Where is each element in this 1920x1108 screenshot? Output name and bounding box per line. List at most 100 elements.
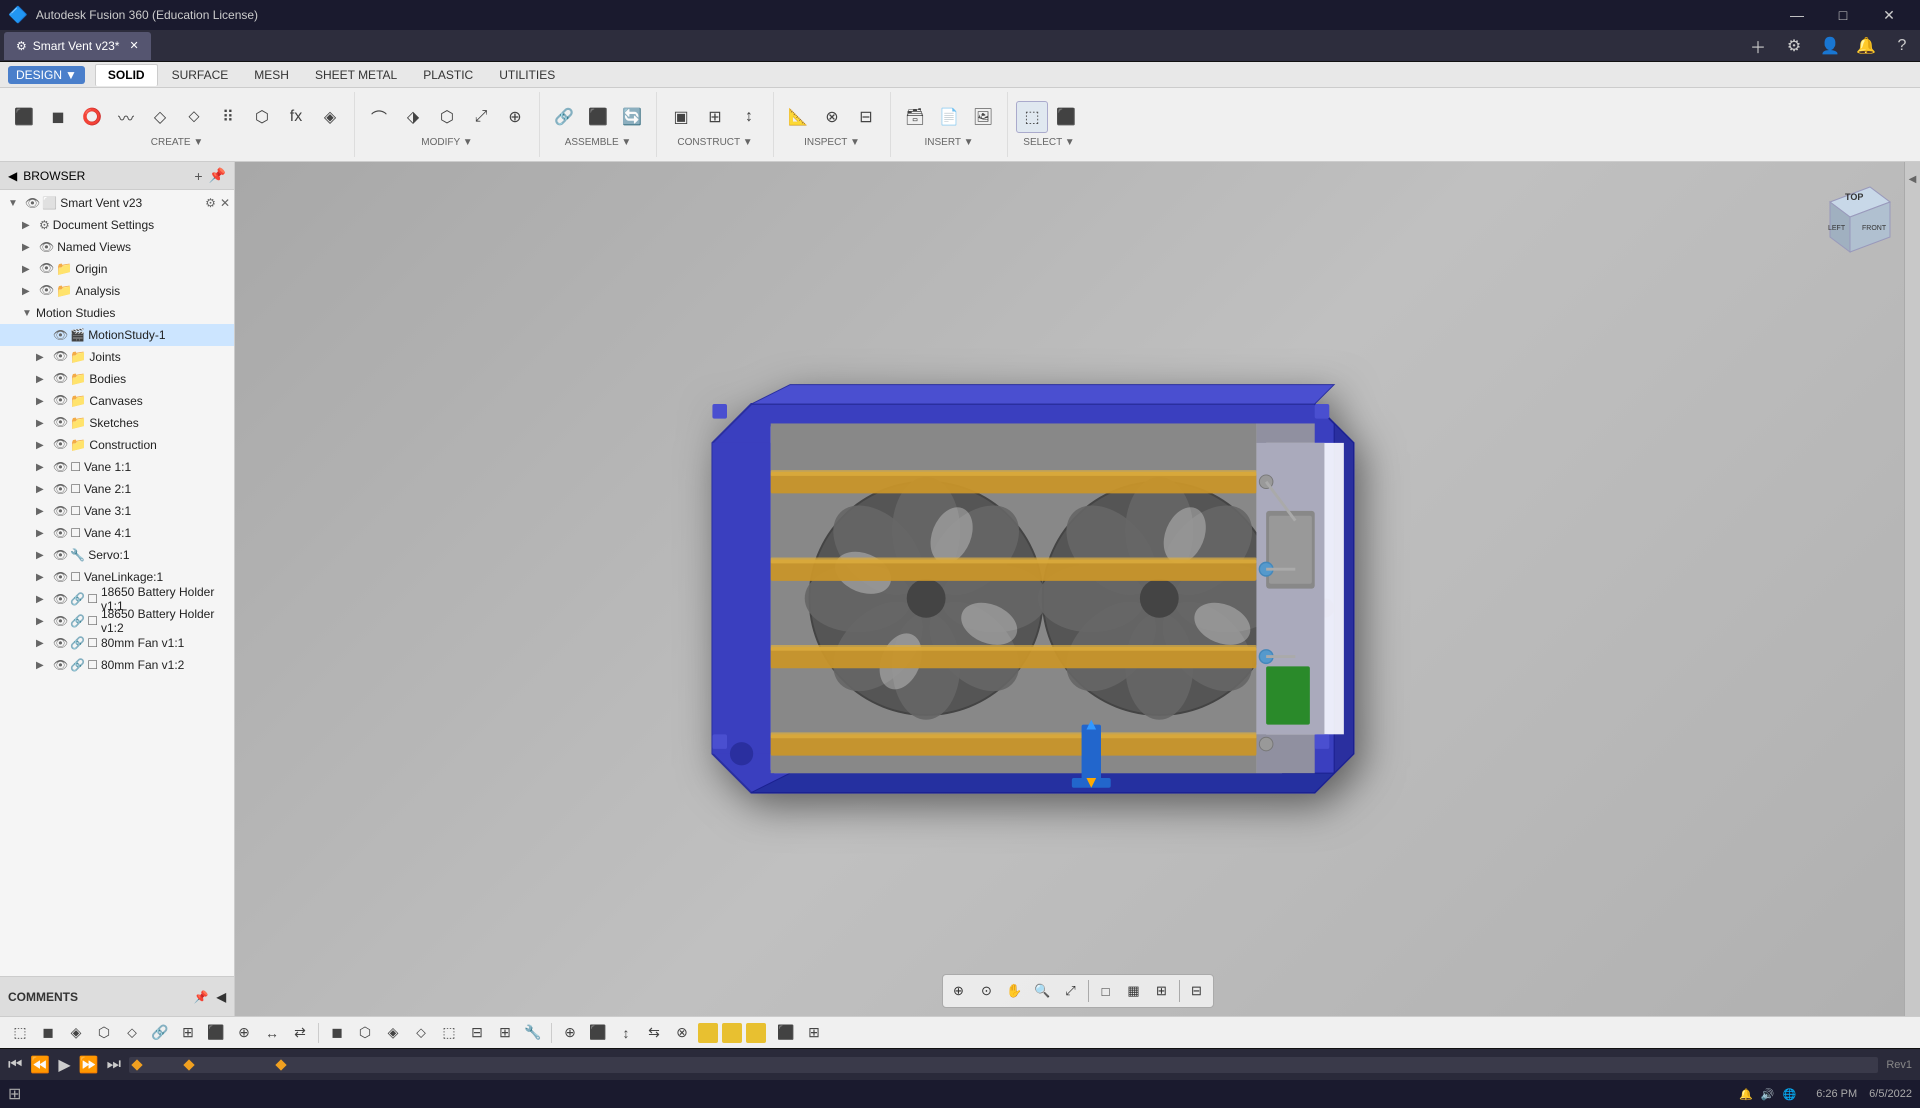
tree-item-fan-1[interactable]: ▶ 👁 🔗 ☐ 80mm Fan v1:1 <box>0 632 234 654</box>
timeline-start-button[interactable]: ⏮ <box>8 1056 22 1074</box>
canvases-expand-icon[interactable]: ▶ <box>36 396 50 407</box>
bt-22[interactable]: ⇆ <box>642 1021 666 1045</box>
sweep-button[interactable]: 〰 <box>110 101 142 133</box>
bt-20[interactable]: ⬛ <box>586 1021 610 1045</box>
joints-expand-icon[interactable]: ▶ <box>36 352 50 363</box>
bt-11[interactable]: ◼ <box>325 1021 349 1045</box>
tab-utilities[interactable]: UTILITIES <box>487 64 567 86</box>
comments-panel[interactable]: COMMENTS 📌 ◀ <box>0 976 234 1016</box>
bt-13[interactable]: ◈ <box>381 1021 405 1045</box>
bt-6[interactable]: ⊞ <box>176 1021 200 1045</box>
bt-19[interactable]: ⊕ <box>558 1021 582 1045</box>
bt-18[interactable]: 🔧 <box>521 1021 545 1045</box>
measure-button[interactable]: 📐 <box>782 101 814 133</box>
tree-item-fan-2[interactable]: ▶ 👁 🔗 ☐ 80mm Fan v1:2 <box>0 654 234 676</box>
bt-24[interactable]: ⬛ <box>774 1021 798 1045</box>
bt-9[interactable]: ↔ <box>260 1021 284 1045</box>
tree-item-vane-1[interactable]: ▶ 👁 ☐ Vane 1:1 <box>0 456 234 478</box>
vp-orbit-button[interactable]: ⊙ <box>974 978 1000 1004</box>
combine-button[interactable]: ⊕ <box>499 101 531 133</box>
settings-icon[interactable]: ⚙ <box>1780 32 1808 60</box>
bt-17[interactable]: ⊞ <box>493 1021 517 1045</box>
tab-close-button[interactable]: ✕ <box>129 39 138 52</box>
notification-icon[interactable]: 🔔 <box>1852 32 1880 60</box>
offset-plane-button[interactable]: ▣ <box>665 101 697 133</box>
tree-item-vane-4[interactable]: ▶ 👁 ☐ Vane 4:1 <box>0 522 234 544</box>
maximize-button[interactable]: □ <box>1820 0 1866 30</box>
fan2-expand-icon[interactable]: ▶ <box>36 660 50 671</box>
midplane-button[interactable]: ⊞ <box>699 101 731 133</box>
tree-item-canvases[interactable]: ▶ 👁 📁 Canvases <box>0 390 234 412</box>
section-button[interactable]: ⊟ <box>850 101 882 133</box>
bt-10[interactable]: ⇄ <box>288 1021 312 1045</box>
vp-zoom-button[interactable]: 🔍 <box>1030 978 1056 1004</box>
bt-4[interactable]: ⬦ <box>120 1021 144 1045</box>
bt-3[interactable]: ⬡ <box>92 1021 116 1045</box>
motion-studies-expand-icon[interactable]: ▼ <box>22 308 36 319</box>
browser-expand-icon[interactable]: + <box>194 168 202 184</box>
view-cube[interactable]: TOP LEFT FRONT <box>1820 182 1900 262</box>
tree-item-motion-study-1[interactable]: 👁 🎬 MotionStudy-1 <box>0 324 234 346</box>
tree-item-named-views[interactable]: ▶ 👁 Named Views <box>0 236 234 258</box>
bt-23[interactable]: ⊗ <box>670 1021 694 1045</box>
collapse-browser-icon[interactable]: ◀ <box>8 169 17 183</box>
doc-expand-icon[interactable]: ▶ <box>22 220 36 231</box>
vane4-expand-icon[interactable]: ▶ <box>36 528 50 539</box>
tab-mesh[interactable]: MESH <box>242 64 301 86</box>
tab-solid[interactable]: SOLID <box>95 64 158 86</box>
tree-item-doc-settings[interactable]: ▶ ⚙ Document Settings <box>0 214 234 236</box>
windows-logo-icon[interactable]: ⊞ <box>8 1084 21 1104</box>
tree-root[interactable]: ▼ 👁 ⬜ Smart Vent v23 ⚙ ✕ <box>0 192 234 214</box>
rigid-group-button[interactable]: ⬛ <box>582 101 614 133</box>
construction-expand-icon[interactable]: ▶ <box>36 440 50 451</box>
vl-expand-icon[interactable]: ▶ <box>36 572 50 583</box>
insert-svg-button[interactable]: 📄 <box>933 101 965 133</box>
analysis-expand-icon[interactable]: ▶ <box>22 286 36 297</box>
tree-item-sketches[interactable]: ▶ 👁 📁 Sketches <box>0 412 234 434</box>
root-settings-icon[interactable]: ⚙ <box>205 196 216 210</box>
vp-move-button[interactable]: ⊕ <box>946 978 972 1004</box>
timeline-track[interactable] <box>129 1057 1878 1073</box>
account-icon[interactable]: 👤 <box>1816 32 1844 60</box>
bt-select[interactable]: ⬚ <box>8 1021 32 1045</box>
bodies-expand-icon[interactable]: ▶ <box>36 374 50 385</box>
tree-item-joints[interactable]: ▶ 👁 📁 Joints <box>0 346 234 368</box>
servo-expand-icon[interactable]: ▶ <box>36 550 50 561</box>
vp-wireframe-button[interactable]: ▦ <box>1121 978 1147 1004</box>
vane3-expand-icon[interactable]: ▶ <box>36 506 50 517</box>
bt-1[interactable]: ◼ <box>36 1021 60 1045</box>
motion-link-button[interactable]: 🔄 <box>616 101 648 133</box>
close-button[interactable]: ✕ <box>1866 0 1912 30</box>
bt-8[interactable]: ⊕ <box>232 1021 256 1045</box>
sketches-expand-icon[interactable]: ▶ <box>36 418 50 429</box>
loft-button[interactable]: ◇ <box>144 101 176 133</box>
vp-pan-button[interactable]: ✋ <box>1002 978 1028 1004</box>
bt-2[interactable]: ◈ <box>64 1021 88 1045</box>
bt-16[interactable]: ⊟ <box>465 1021 489 1045</box>
bt-14[interactable]: ⬦ <box>409 1021 433 1045</box>
design-dropdown[interactable]: DESIGN ▼ <box>8 66 85 84</box>
vane1-expand-icon[interactable]: ▶ <box>36 462 50 473</box>
interference-button[interactable]: ⊗ <box>816 101 848 133</box>
bt-yellow-1[interactable] <box>698 1023 718 1043</box>
minimize-button[interactable]: — <box>1774 0 1820 30</box>
tree-item-bodies[interactable]: ▶ 👁 📁 Bodies <box>0 368 234 390</box>
bt-yellow-3[interactable] <box>746 1023 766 1043</box>
extrude-button[interactable]: ◼ <box>42 101 74 133</box>
tab-plastic[interactable]: PLASTIC <box>411 64 485 86</box>
bt-7[interactable]: ⬛ <box>204 1021 228 1045</box>
bat1-expand-icon[interactable]: ▶ <box>36 594 50 605</box>
boundary-fill-button[interactable]: fx <box>280 101 312 133</box>
scale-button[interactable]: ⤢ <box>465 101 497 133</box>
shell-button[interactable]: ⬡ <box>431 101 463 133</box>
tree-item-origin[interactable]: ▶ 👁 📁 Origin <box>0 258 234 280</box>
bt-25[interactable]: ⊞ <box>802 1021 826 1045</box>
timeline-prev-button[interactable]: ⏪ <box>30 1055 50 1075</box>
bt-5[interactable]: 🔗 <box>148 1021 172 1045</box>
comments-pin-icon[interactable]: ◀ <box>217 990 226 1004</box>
tab-sheet-metal[interactable]: SHEET METAL <box>303 64 409 86</box>
tree-item-motion-studies[interactable]: ▼ Motion Studies <box>0 302 234 324</box>
browser-pin-icon[interactable]: 📌 <box>209 167 226 184</box>
form-button[interactable]: ◈ <box>314 101 346 133</box>
origin-expand-icon[interactable]: ▶ <box>22 264 36 275</box>
